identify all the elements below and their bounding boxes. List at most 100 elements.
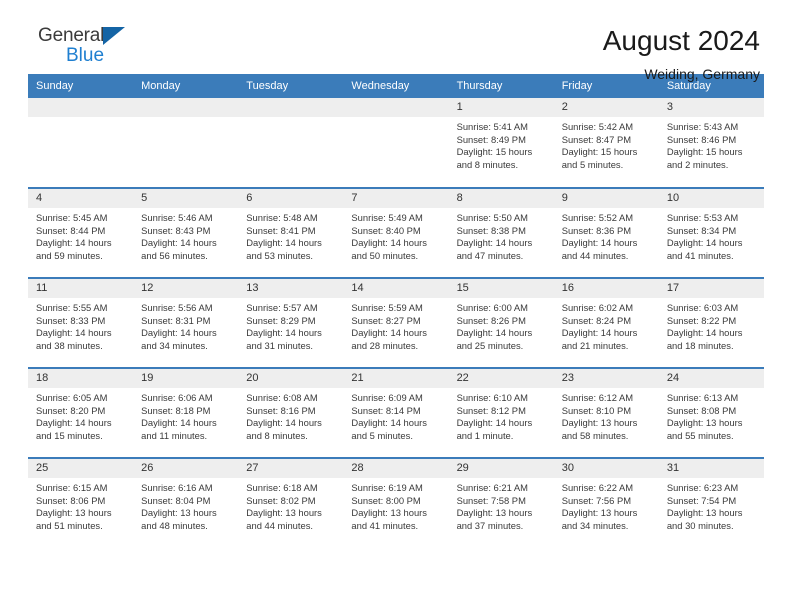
day-number: 1 (448, 98, 554, 117)
daylight-text-line2: and 15 minutes. (36, 429, 103, 441)
calendar-day-empty (28, 98, 134, 187)
day-sun-info: Sunrise: 6:06 AM Sunset: 8:18 PM Daylight:… (133, 388, 238, 442)
calendar-day-cell[interactable] (133, 98, 239, 188)
sunset-text: Sunset: 8:12 PM (456, 404, 526, 416)
calendar-day-cell[interactable]: 13 Sunrise: 5:57 AM Sunset: 8:29 PM Dayligh… (238, 277, 344, 368)
day-sun-info: Sunrise: 6:03 AM Sunset: 8:22 PM Daylight:… (659, 298, 764, 352)
calendar-day-cell[interactable]: 30 Sunrise: 6:22 AM Sunset: 7:56 PM Dayligh… (553, 457, 659, 548)
calendar-day-cell[interactable]: 22 Sunrise: 6:10 AM Sunset: 8:12 PM Dayligh… (448, 367, 554, 458)
calendar-day-cell[interactable] (28, 98, 134, 188)
day-number: 3 (658, 98, 764, 117)
daylight-text-line1: Daylight: 14 hours (351, 237, 427, 249)
sunset-text: Sunset: 8:46 PM (666, 133, 737, 145)
sunset-text: Sunset: 8:49 PM (456, 133, 526, 145)
calendar-day-cell[interactable]: 2 Sunrise: 5:42 AM Sunset: 8:47 PM Daylight… (553, 98, 659, 188)
daylight-text-line1: Daylight: 14 hours (561, 237, 638, 249)
daylight-text-line2: and 30 minutes. (666, 519, 734, 531)
calendar-day-cell[interactable]: 20 Sunrise: 6:08 AM Sunset: 8:16 PM Dayligh… (238, 367, 344, 458)
daylight-text-line2: and 34 minutes. (141, 339, 208, 351)
day-number: 8 (448, 189, 554, 208)
day-number: 21 (343, 369, 449, 388)
calendar-day-cell[interactable]: 8 Sunrise: 5:50 AM Sunset: 8:38 PM Daylight… (448, 187, 554, 278)
calendar-day-cell[interactable] (238, 98, 344, 188)
calendar-day-cell[interactable]: 16 Sunrise: 6:02 AM Sunset: 8:24 PM Dayligh… (553, 277, 659, 368)
calendar-day: 8 Sunrise: 5:50 AM Sunset: 8:38 PM Daylight… (448, 189, 554, 277)
calendar-day: 1 Sunrise: 5:41 AM Sunset: 8:49 PM Daylight… (448, 98, 554, 187)
sunrise-text: Sunrise: 5:45 AM (36, 212, 108, 223)
calendar-day-cell[interactable]: 4 Sunrise: 5:45 AM Sunset: 8:44 PM Daylight… (28, 187, 134, 278)
calendar-day-cell[interactable]: 18 Sunrise: 6:05 AM Sunset: 8:20 PM Dayligh… (28, 367, 134, 458)
sunrise-text: Sunrise: 6:23 AM (666, 482, 739, 493)
sunrise-text: Sunrise: 6:05 AM (36, 392, 108, 403)
day-sun-info: Sunrise: 6:09 AM Sunset: 8:14 PM Daylight:… (343, 388, 448, 442)
day-number: 13 (238, 279, 344, 298)
calendar-day: 10 Sunrise: 5:53 AM Sunset: 8:34 PM Dayligh… (658, 189, 764, 277)
daylight-text-line1: Daylight: 13 hours (666, 507, 743, 519)
sunset-text: Sunset: 8:27 PM (351, 314, 421, 326)
daylight-text-line1: Daylight: 14 hours (351, 327, 427, 339)
calendar-day: 27 Sunrise: 6:18 AM Sunset: 8:02 PM Dayligh… (238, 459, 344, 548)
calendar-day: 30 Sunrise: 6:22 AM Sunset: 7:56 PM Dayligh… (553, 459, 659, 548)
calendar-day-cell[interactable]: 28 Sunrise: 6:19 AM Sunset: 8:00 PM Dayligh… (343, 457, 449, 548)
day-number: 11 (28, 279, 134, 298)
calendar-day-cell[interactable]: 26 Sunrise: 6:16 AM Sunset: 8:04 PM Dayligh… (133, 457, 239, 548)
sunrise-text: Sunrise: 6:21 AM (456, 482, 528, 493)
calendar-day-cell[interactable]: 19 Sunrise: 6:06 AM Sunset: 8:18 PM Dayligh… (133, 367, 239, 458)
calendar-day-cell[interactable]: 6 Sunrise: 5:48 AM Sunset: 8:41 PM Daylight… (238, 187, 344, 278)
calendar-week-row: 1 Sunrise: 5:41 AM Sunset: 8:49 PM Daylight… (28, 98, 764, 188)
calendar-day-cell[interactable]: 7 Sunrise: 5:49 AM Sunset: 8:40 PM Daylight… (343, 187, 449, 278)
calendar-day-cell[interactable]: 24 Sunrise: 6:13 AM Sunset: 8:08 PM Dayligh… (658, 367, 764, 458)
calendar-day-cell[interactable]: 10 Sunrise: 5:53 AM Sunset: 8:34 PM Dayligh… (658, 187, 764, 278)
calendar-day-cell[interactable]: 3 Sunrise: 5:43 AM Sunset: 8:46 PM Daylight… (658, 98, 764, 188)
calendar-day-cell[interactable]: 9 Sunrise: 5:52 AM Sunset: 8:36 PM Daylight… (553, 187, 659, 278)
calendar-day-cell[interactable] (343, 98, 449, 188)
daylight-text-line1: Daylight: 14 hours (246, 237, 322, 249)
day-sun-info: Sunrise: 5:53 AM Sunset: 8:34 PM Daylight:… (659, 208, 764, 262)
day-number: 2 (553, 98, 659, 117)
calendar-day-cell[interactable]: 29 Sunrise: 6:21 AM Sunset: 7:58 PM Dayligh… (448, 457, 554, 548)
sunrise-text: Sunrise: 6:08 AM (246, 392, 318, 403)
day-number: 16 (553, 279, 659, 298)
calendar-day-cell[interactable]: 21 Sunrise: 6:09 AM Sunset: 8:14 PM Dayligh… (343, 367, 449, 458)
day-sun-info: Sunrise: 5:41 AM Sunset: 8:49 PM Daylight:… (449, 117, 554, 171)
sunset-text: Sunset: 8:36 PM (561, 224, 632, 236)
daylight-text-line1: Daylight: 14 hours (666, 327, 743, 339)
daylight-text-line2: and 47 minutes. (456, 249, 524, 261)
day-sun-info: Sunrise: 5:46 AM Sunset: 8:43 PM Daylight:… (133, 208, 238, 262)
daylight-text-line2: and 8 minutes. (456, 158, 519, 170)
calendar-day-cell[interactable]: 5 Sunrise: 5:46 AM Sunset: 8:43 PM Daylight… (133, 187, 239, 278)
calendar-day-cell[interactable]: 25 Sunrise: 6:15 AM Sunset: 8:06 PM Dayligh… (28, 457, 134, 548)
calendar-day: 29 Sunrise: 6:21 AM Sunset: 7:58 PM Dayligh… (448, 459, 554, 548)
daylight-text-line1: Daylight: 14 hours (36, 417, 112, 429)
sunset-text: Sunset: 8:24 PM (561, 314, 632, 326)
day-sun-info: Sunrise: 5:45 AM Sunset: 8:44 PM Daylight:… (28, 208, 133, 262)
sunrise-text: Sunrise: 5:43 AM (666, 121, 739, 132)
daylight-text-line1: Daylight: 14 hours (561, 327, 638, 339)
sunrise-text: Sunrise: 6:15 AM (36, 482, 108, 493)
daylight-text-line1: Daylight: 14 hours (246, 327, 322, 339)
calendar-day-cell[interactable]: 27 Sunrise: 6:18 AM Sunset: 8:02 PM Dayligh… (238, 457, 344, 548)
calendar-day: 6 Sunrise: 5:48 AM Sunset: 8:41 PM Daylight… (238, 189, 344, 277)
calendar-day: 7 Sunrise: 5:49 AM Sunset: 8:40 PM Daylight… (343, 189, 449, 277)
calendar-day-cell[interactable]: 12 Sunrise: 5:56 AM Sunset: 8:31 PM Dayligh… (133, 277, 239, 368)
sunset-text: Sunset: 8:31 PM (141, 314, 211, 326)
daylight-text-line1: Daylight: 14 hours (141, 327, 217, 339)
daylight-text-line2: and 31 minutes. (246, 339, 313, 351)
calendar-day-cell[interactable]: 31 Sunrise: 6:23 AM Sunset: 7:54 PM Dayligh… (658, 457, 764, 548)
calendar-day-cell[interactable]: 17 Sunrise: 6:03 AM Sunset: 8:22 PM Dayligh… (658, 277, 764, 368)
daylight-text-line2: and 5 minutes. (561, 158, 624, 170)
calendar-day-cell[interactable]: 11 Sunrise: 5:55 AM Sunset: 8:33 PM Dayligh… (28, 277, 134, 368)
daylight-text-line1: Daylight: 14 hours (246, 417, 322, 429)
day-sun-info: Sunrise: 6:02 AM Sunset: 8:24 PM Daylight:… (554, 298, 659, 352)
calendar-day-cell[interactable]: 23 Sunrise: 6:12 AM Sunset: 8:10 PM Dayligh… (553, 367, 659, 458)
day-sun-info: Sunrise: 6:00 AM Sunset: 8:26 PM Daylight:… (449, 298, 554, 352)
day-sun-info: Sunrise: 5:52 AM Sunset: 8:36 PM Daylight:… (554, 208, 659, 262)
calendar-day-cell[interactable]: 14 Sunrise: 5:59 AM Sunset: 8:27 PM Dayligh… (343, 277, 449, 368)
calendar-day-cell[interactable]: 1 Sunrise: 5:41 AM Sunset: 8:49 PM Daylight… (448, 98, 554, 188)
daylight-text-line2: and 56 minutes. (141, 249, 208, 261)
daylight-text-line2: and 58 minutes. (561, 429, 629, 441)
calendar-day: 3 Sunrise: 5:43 AM Sunset: 8:46 PM Daylight… (658, 98, 764, 187)
day-number: 10 (658, 189, 764, 208)
calendar-day-cell[interactable]: 15 Sunrise: 6:00 AM Sunset: 8:26 PM Dayligh… (448, 277, 554, 368)
day-number (343, 98, 449, 117)
